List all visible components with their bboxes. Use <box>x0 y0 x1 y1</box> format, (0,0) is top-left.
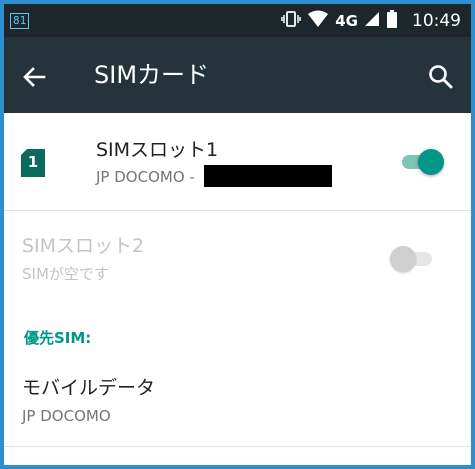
sim-slot-1-row[interactable]: 1 SIMスロット1 JP DOCOMO - <box>4 113 471 211</box>
sim-card-icon: 1 <box>20 148 46 178</box>
sim-slot-badge: 1 <box>27 153 39 171</box>
network-type: 4G <box>335 11 358 30</box>
screen-frame: 81 4G 10:49 SIMカード 1 SIMスロット1 JP DOCOMO … <box>4 4 471 465</box>
notification-badge: 81 <box>10 13 30 29</box>
app-bar: SIMカード <box>4 37 471 113</box>
toggle-thumb <box>390 246 416 272</box>
wifi-icon <box>307 10 329 32</box>
mobile-data-title: モバイルデータ <box>22 377 156 399</box>
status-bar: 81 4G 10:49 <box>4 4 471 37</box>
sim-slot-2-title: SIMスロット2 <box>22 235 145 257</box>
redacted-number <box>204 165 332 187</box>
vibrate-icon <box>281 10 301 32</box>
sim-slot-1-carrier: JP DOCOMO - <box>96 168 195 186</box>
sim-slot-2-row: SIMスロット2 SIMが空です <box>4 210 471 314</box>
signal-icon <box>364 11 380 31</box>
sim-slot-2-toggle <box>390 246 436 272</box>
page-title: SIMカード <box>94 61 210 89</box>
sim-slot-1-title: SIMスロット1 <box>96 139 219 161</box>
toggle-thumb <box>418 149 444 175</box>
arrow-back-icon[interactable] <box>18 61 50 93</box>
sim-slot-1-toggle[interactable] <box>398 149 444 175</box>
clock: 10:49 <box>412 10 461 31</box>
battery-icon <box>386 9 398 32</box>
sim-slot-2-status: SIMが空です <box>22 265 109 283</box>
preferred-sim-header: 優先SIM: <box>24 329 92 347</box>
search-icon[interactable] <box>425 61 457 93</box>
mobile-data-carrier: JP DOCOMO <box>22 407 111 425</box>
status-icons: 4G 10:49 <box>281 4 461 37</box>
mobile-data-row[interactable]: モバイルデータ JP DOCOMO <box>4 360 471 447</box>
